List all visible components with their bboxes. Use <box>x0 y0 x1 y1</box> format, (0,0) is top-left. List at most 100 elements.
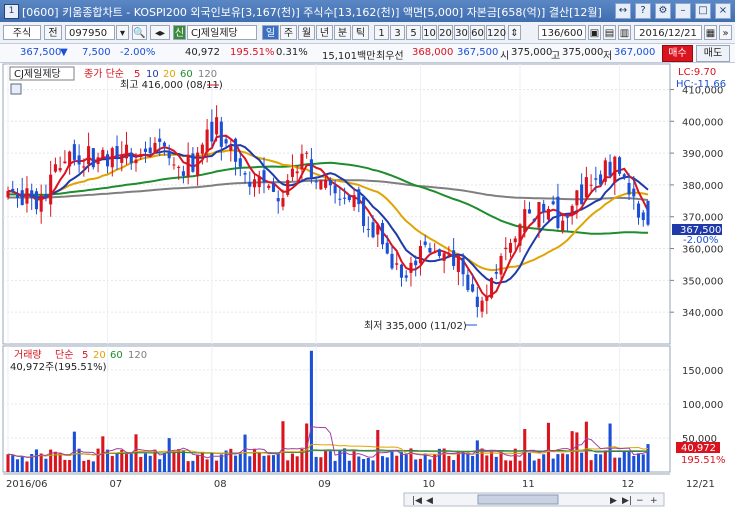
candle-body <box>508 242 513 253</box>
tab-week[interactable]: 주 <box>280 25 297 40</box>
zoom-out-icon[interactable]: − <box>636 496 644 506</box>
candle-body <box>636 203 641 218</box>
interval-60[interactable]: 60 <box>470 25 485 40</box>
interval-120[interactable]: 120 <box>486 25 506 40</box>
volume-bar <box>181 449 185 472</box>
tab-tick[interactable]: 틱 <box>352 25 369 40</box>
candle-body <box>575 190 579 206</box>
price-tick-label: 370,000 <box>682 213 723 224</box>
volume-bar <box>395 455 399 472</box>
interval-3[interactable]: 3 <box>390 25 405 40</box>
down-arrow-icon: ▼ <box>60 47 68 58</box>
candle-body <box>44 194 48 198</box>
scroll-prev-icon[interactable]: ◀ <box>426 496 433 506</box>
volume-bar <box>599 454 603 472</box>
scroll-next-icon[interactable]: ▶ <box>610 496 617 506</box>
candle-body <box>414 260 418 266</box>
time-tick-label: 09 <box>318 479 331 490</box>
stock-code-input[interactable]: 097950 <box>65 25 115 40</box>
volume-bar <box>613 457 617 472</box>
sound-icon[interactable]: ◂▸ <box>150 25 170 40</box>
scroll-thumb[interactable] <box>477 494 559 505</box>
candle-body <box>480 300 484 312</box>
low-price: 367,000 <box>614 47 656 58</box>
prev-button[interactable]: 전 <box>44 25 62 40</box>
volume-tick-label: 100,000 <box>682 400 723 411</box>
interval-1[interactable]: 1 <box>374 25 389 40</box>
spin-icon[interactable]: ⇕ <box>508 25 521 40</box>
candle-body <box>309 159 313 178</box>
tab-minute[interactable]: 분 <box>334 25 351 40</box>
candle-body <box>490 277 494 298</box>
volume-bar <box>546 422 550 472</box>
scroll-last-icon[interactable]: ▶| <box>622 496 632 506</box>
lc-label: LC:9.70 <box>678 67 716 78</box>
tab-day[interactable]: 일 <box>262 25 279 40</box>
volume-axis: 150,000100,00050,000 <box>682 366 723 445</box>
minimize-icon[interactable]: – <box>675 3 691 19</box>
more-icon[interactable]: » <box>719 25 732 40</box>
candle-body <box>409 262 413 273</box>
candle-body <box>72 144 76 160</box>
close-icon[interactable]: × <box>715 3 731 19</box>
chart-area[interactable]: 410,000400,000390,000380,000370,000360,0… <box>0 63 735 512</box>
candle-body <box>25 188 29 204</box>
interval-5[interactable]: 5 <box>406 25 421 40</box>
help-icon[interactable]: ? <box>635 3 651 19</box>
print-icon[interactable]: ▥ <box>618 25 631 40</box>
candle-body <box>34 191 38 210</box>
volume-bar <box>314 456 318 472</box>
volume-bar <box>82 460 86 472</box>
candle-body <box>551 201 555 205</box>
table-icon[interactable] <box>10 83 22 95</box>
search-icon[interactable]: 🔍 <box>132 25 147 40</box>
open-price: 375,000 <box>511 47 553 58</box>
candle-body <box>286 180 290 195</box>
calendar-icon[interactable]: ▦ <box>704 25 717 40</box>
scroll-first-icon[interactable]: |◀ <box>412 496 422 506</box>
link-icon[interactable]: ↔ <box>615 3 631 19</box>
time-tick-label: 11 <box>522 479 535 490</box>
volume-bar <box>58 452 62 472</box>
current-change-marker-label: -2.00% <box>683 235 718 246</box>
volume-bar <box>262 455 266 472</box>
volume-bar <box>333 460 337 472</box>
candle-body <box>243 173 247 175</box>
volume-bar <box>404 454 408 472</box>
volume-bar <box>68 459 72 472</box>
zoom-in-icon[interactable]: + <box>650 496 658 506</box>
candle-body <box>271 183 276 192</box>
app-icon[interactable]: 1 <box>4 4 19 19</box>
interval-20[interactable]: 20 <box>438 25 453 40</box>
interval-10[interactable]: 10 <box>422 25 437 40</box>
best-bid: 367,500 <box>457 47 499 58</box>
dropdown-icon[interactable]: ▾ <box>116 25 129 40</box>
maximize-icon[interactable]: □ <box>695 3 711 19</box>
save-icon[interactable]: ▤ <box>603 25 616 40</box>
market-select[interactable]: 주식 <box>3 25 41 40</box>
candle-body <box>158 138 162 142</box>
date-field[interactable]: 2016/12/21 <box>634 25 702 40</box>
tab-year[interactable]: 년 <box>316 25 333 40</box>
tab-month[interactable]: 월 <box>298 25 315 40</box>
sell-button[interactable]: 매도 <box>696 45 730 62</box>
candle-body <box>148 147 152 154</box>
candle-body <box>537 202 541 228</box>
volume-bar <box>603 450 607 472</box>
candle-body <box>532 219 536 222</box>
volume-bar <box>390 451 394 472</box>
candle-body <box>234 138 238 162</box>
candle-body <box>106 154 110 167</box>
volume-bar <box>504 460 508 472</box>
candle-body <box>167 151 171 159</box>
data-count-field[interactable]: 136/600 <box>538 25 586 40</box>
interval-30[interactable]: 30 <box>454 25 469 40</box>
settings-icon[interactable]: ⚙ <box>655 3 671 19</box>
candle-body <box>177 166 181 168</box>
volume-bar <box>461 451 465 472</box>
buy-button[interactable]: 매수 <box>662 45 693 62</box>
volume-bar <box>6 454 10 472</box>
candle-body <box>646 200 650 225</box>
volume-bar <box>267 455 271 472</box>
lock-icon[interactable]: ▣ <box>588 25 601 40</box>
